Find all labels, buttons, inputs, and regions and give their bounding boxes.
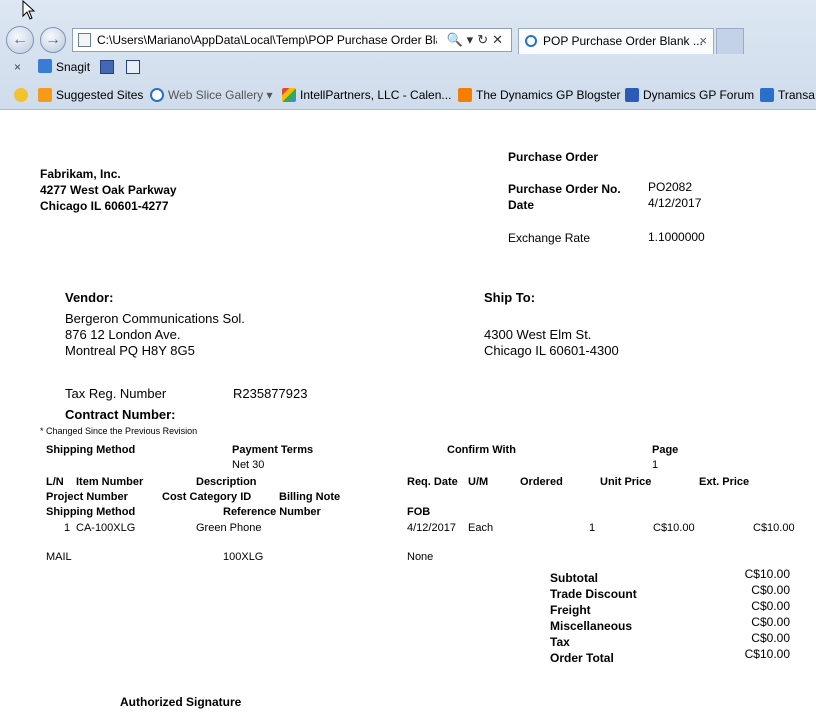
- fav-suggested-sites[interactable]: Suggested Sites: [38, 84, 143, 106]
- hdr-shipping-method: Shipping Method: [46, 444, 136, 456]
- back-button[interactable]: ←: [6, 26, 34, 54]
- vendor-address1: 876 12 London Ave.: [65, 327, 181, 342]
- fav-intellpartners[interactable]: IntellPartners, LLC - Calen...: [282, 84, 451, 106]
- hdr-ext-price: Ext. Price: [699, 476, 750, 488]
- new-tab-button[interactable]: [716, 28, 744, 54]
- page-icon: [78, 33, 91, 47]
- ship-to-address2: Chicago IL 60601-4300: [484, 343, 619, 358]
- suggested-sites-icon: [38, 88, 52, 102]
- hdr-fob: FOB: [407, 506, 431, 518]
- page-number-value: 1: [652, 459, 659, 471]
- tax-value: C$0.00: [751, 631, 790, 645]
- miscellaneous-label: Miscellaneous: [550, 619, 633, 633]
- hdr-unit-price: Unit Price: [600, 476, 652, 488]
- line-req-date: 4/12/2017: [407, 522, 456, 534]
- fav-dynamics-gp-forum[interactable]: Dynamics GP Forum: [625, 84, 754, 106]
- payment-terms-value: Net 30: [232, 459, 265, 471]
- changed-note: * Changed Since the Previous Revision: [40, 426, 198, 436]
- vendor-address2: Montreal PQ H8Y 8G5: [65, 343, 195, 358]
- company-name: Fabrikam, Inc.: [40, 167, 121, 181]
- order-total-label: Order Total: [550, 651, 614, 665]
- vendor-label: Vendor:: [65, 290, 114, 305]
- miscellaneous-value: C$0.00: [751, 615, 790, 629]
- po-number-label: Purchase Order No.: [508, 182, 621, 196]
- po-date: 4/12/2017: [648, 196, 702, 210]
- line-ln: 1: [64, 522, 71, 534]
- address-bar[interactable]: C:\Users\Mariano\AppData\Local\Temp\POP …: [72, 28, 512, 52]
- subtotal-label: Subtotal: [550, 571, 598, 585]
- tax-reg-number: R235877923: [233, 386, 308, 401]
- line-ext-price: C$10.00: [753, 522, 795, 534]
- hdr-item-number: Item Number: [76, 476, 144, 488]
- hdr-page: Page: [652, 444, 679, 456]
- line-reference: 100XLG: [223, 551, 264, 563]
- hdr-project-number: Project Number: [46, 491, 128, 503]
- subtotal-value: C$10.00: [744, 567, 790, 581]
- trade-discount-label: Trade Discount: [550, 587, 637, 601]
- browser-chrome: ← → C:\Users\Mariano\AppData\Local\Temp\…: [0, 0, 816, 110]
- trade-discount-value: C$0.00: [751, 583, 790, 597]
- ship-to-address1: 4300 West Elm St.: [484, 327, 592, 342]
- freight-value: C$0.00: [751, 599, 790, 613]
- authorized-signature-label: Authorized Signature: [120, 695, 242, 709]
- fav-dynamics-gp-blogster[interactable]: The Dynamics GP Blogster: [458, 84, 621, 106]
- mouse-cursor-icon: [22, 0, 36, 20]
- page-title: Purchase Order: [508, 150, 599, 164]
- ie-icon: [525, 35, 537, 47]
- po-number: PO2082: [648, 180, 693, 194]
- hdr-payment-terms: Payment Terms: [232, 444, 314, 456]
- tab-title: POP Purchase Order Blank ...: [543, 34, 703, 48]
- hdr-reference-number: Reference Number: [223, 506, 321, 518]
- hdr-shipping-method-2: Shipping Method: [46, 506, 136, 518]
- tab-pop-purchase-order[interactable]: POP Purchase Order Blank ... ×: [518, 28, 714, 54]
- forum-icon: [625, 88, 639, 102]
- address-tools-icons[interactable]: 🔍▾↻✕: [447, 29, 508, 51]
- exchange-rate-label: Exchange Rate: [508, 231, 591, 245]
- hdr-req-date: Req. Date: [407, 476, 458, 488]
- snagit-edit-icon[interactable]: [126, 60, 140, 74]
- tax-label: Tax: [550, 635, 570, 649]
- favorites-bar: Suggested Sites Web Slice Gallery ▾ Inte…: [0, 84, 816, 106]
- address-text: C:\Users\Mariano\AppData\Local\Temp\POP …: [97, 33, 437, 47]
- line-unit-price: C$10.00: [653, 522, 695, 534]
- snagit-capture-icon[interactable]: [100, 60, 114, 74]
- exchange-rate: 1.1000000: [648, 230, 705, 244]
- hdr-confirm-with: Confirm With: [447, 444, 516, 456]
- freight-label: Freight: [550, 603, 591, 617]
- fav-web-slice-gallery[interactable]: Web Slice Gallery ▾: [150, 84, 273, 106]
- company-address1: 4277 West Oak Parkway: [40, 183, 177, 197]
- fav-transaction[interactable]: Transa: [760, 84, 815, 106]
- web-slice-icon: [150, 88, 164, 102]
- line-fob: None: [407, 551, 434, 563]
- hdr-billing-note: Billing Note: [279, 491, 341, 503]
- hdr-ordered: Ordered: [520, 476, 563, 488]
- snagit-icon[interactable]: [38, 59, 52, 73]
- line-description: Green Phone: [196, 522, 262, 534]
- favorites-star-icon[interactable]: [14, 84, 32, 106]
- transaction-icon: [760, 88, 774, 102]
- line-shipping-method: MAIL: [46, 551, 72, 563]
- command-bar: × Snagit: [0, 56, 816, 78]
- close-tab-icon[interactable]: ×: [699, 29, 707, 53]
- line-item-number: CA-100XLG: [76, 522, 136, 534]
- blogger-icon: [458, 88, 472, 102]
- forward-button[interactable]: →: [40, 27, 66, 53]
- company-address2: Chicago IL 60601-4277: [40, 199, 169, 213]
- order-total-value: C$10.00: [744, 647, 790, 661]
- hdr-ln: L/N: [46, 476, 64, 488]
- tax-reg-label: Tax Reg. Number: [65, 386, 167, 401]
- ship-to-label: Ship To:: [484, 290, 536, 305]
- snagit-button[interactable]: Snagit: [56, 56, 90, 78]
- contract-number-label: Contract Number:: [65, 407, 176, 422]
- hdr-um: U/M: [468, 476, 489, 488]
- google-icon: [282, 88, 296, 102]
- close-toolbar-icon[interactable]: ×: [14, 56, 21, 78]
- vendor-name: Bergeron Communications Sol.: [65, 311, 245, 326]
- line-ordered: 1: [589, 522, 596, 534]
- hdr-cost-category: Cost Category ID: [162, 491, 252, 503]
- date-label: Date: [508, 198, 535, 212]
- line-um: Each: [468, 522, 494, 534]
- hdr-description: Description: [196, 476, 257, 488]
